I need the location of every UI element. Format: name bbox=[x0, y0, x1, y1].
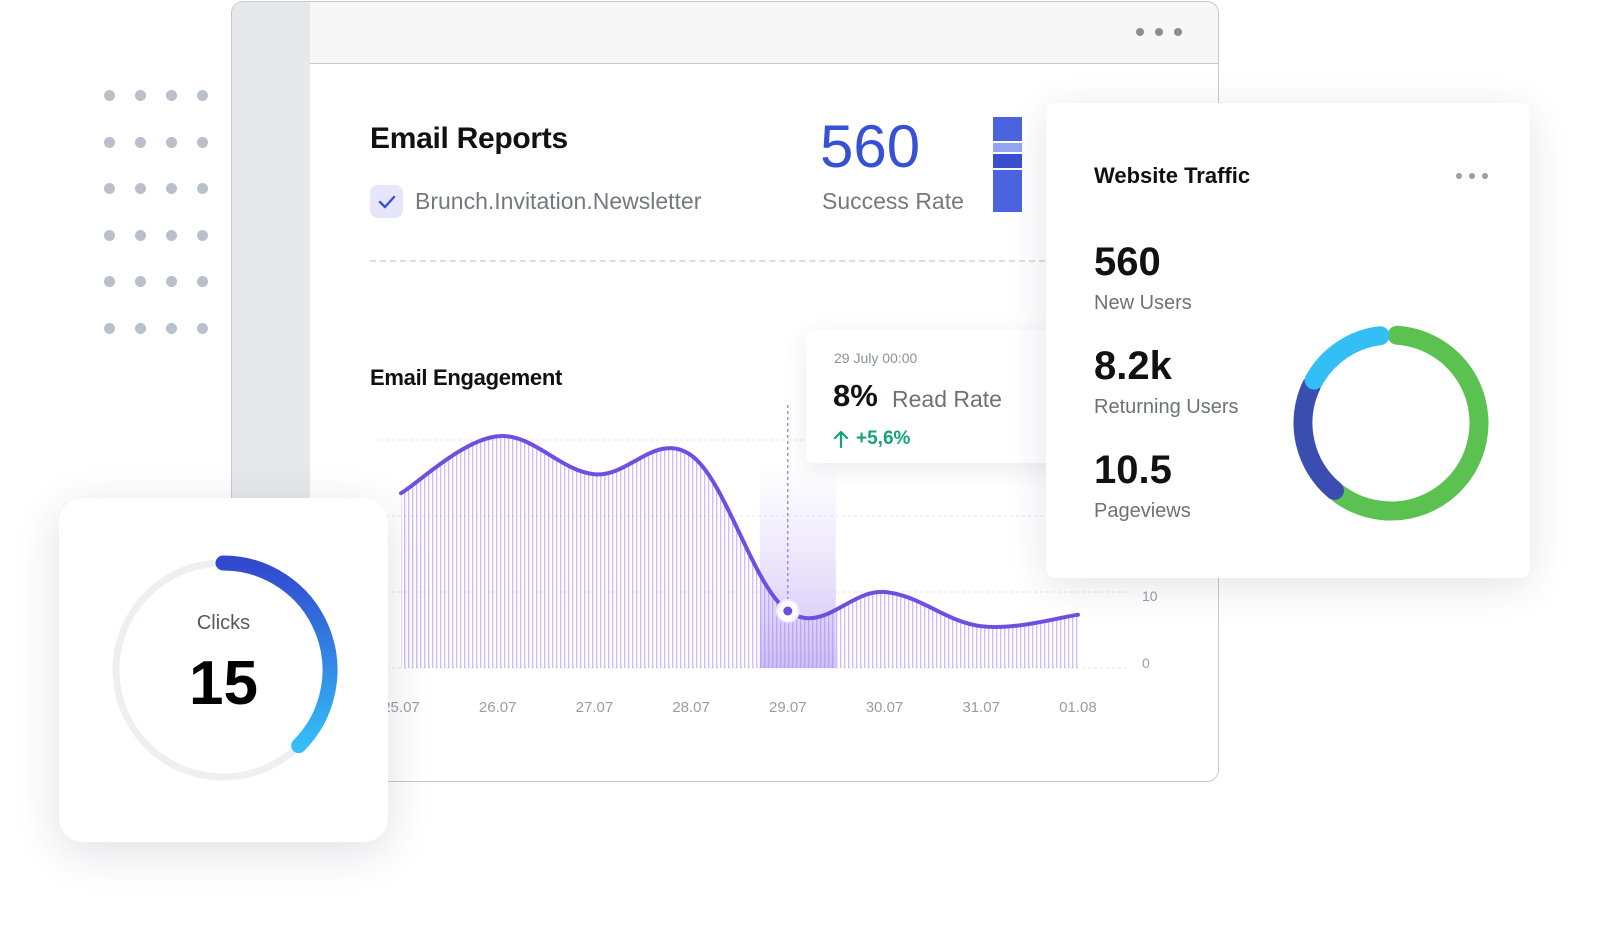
donut-segment bbox=[1293, 376, 1344, 500]
area-fill bbox=[401, 435, 1078, 668]
y-tick-label: 10 bbox=[1142, 588, 1158, 604]
tooltip-value: 8% bbox=[833, 378, 878, 413]
x-tick-label: 31.07 bbox=[962, 699, 1000, 716]
x-tick-label: 29.07 bbox=[769, 699, 807, 716]
new-users-label: New Users bbox=[1094, 292, 1192, 314]
x-tick-label: 27.07 bbox=[576, 699, 614, 716]
returning-users-label: Returning Users bbox=[1094, 396, 1239, 418]
tooltip-label: Read Rate bbox=[892, 386, 1002, 412]
pageviews-label: Pageviews bbox=[1094, 500, 1191, 522]
chart-tooltip: 29 July 00:00 8% Read Rate +5,6% bbox=[806, 330, 1066, 463]
donut-segment bbox=[1329, 325, 1489, 521]
pageviews-value: 10.5 bbox=[1094, 448, 1172, 492]
x-tick-label: 28.07 bbox=[672, 699, 710, 716]
donut-segment bbox=[1304, 326, 1390, 390]
data-point bbox=[783, 606, 793, 616]
clicks-card: Clicks 15 bbox=[59, 498, 388, 842]
website-traffic-card: Website Traffic 560 New Users 8.2k Retur… bbox=[1046, 103, 1530, 578]
arrow-up-icon bbox=[833, 430, 849, 448]
clicks-label: Clicks bbox=[196, 612, 251, 634]
x-tick-label: 26.07 bbox=[479, 699, 517, 716]
traffic-donut-chart bbox=[1293, 325, 1489, 521]
more-horizontal-icon[interactable] bbox=[1456, 173, 1488, 179]
clicks-value: 15 bbox=[189, 649, 258, 718]
tooltip-date: 29 July 00:00 bbox=[834, 350, 918, 366]
y-tick-label: 0 bbox=[1142, 655, 1150, 671]
website-traffic-title: Website Traffic bbox=[1094, 163, 1251, 188]
new-users-value: 560 bbox=[1094, 240, 1161, 284]
x-tick-label: 01.08 bbox=[1059, 699, 1097, 716]
tooltip-change: +5,6% bbox=[856, 428, 911, 449]
x-tick-label: 30.07 bbox=[866, 699, 904, 716]
returning-users-value: 8.2k bbox=[1094, 344, 1172, 388]
